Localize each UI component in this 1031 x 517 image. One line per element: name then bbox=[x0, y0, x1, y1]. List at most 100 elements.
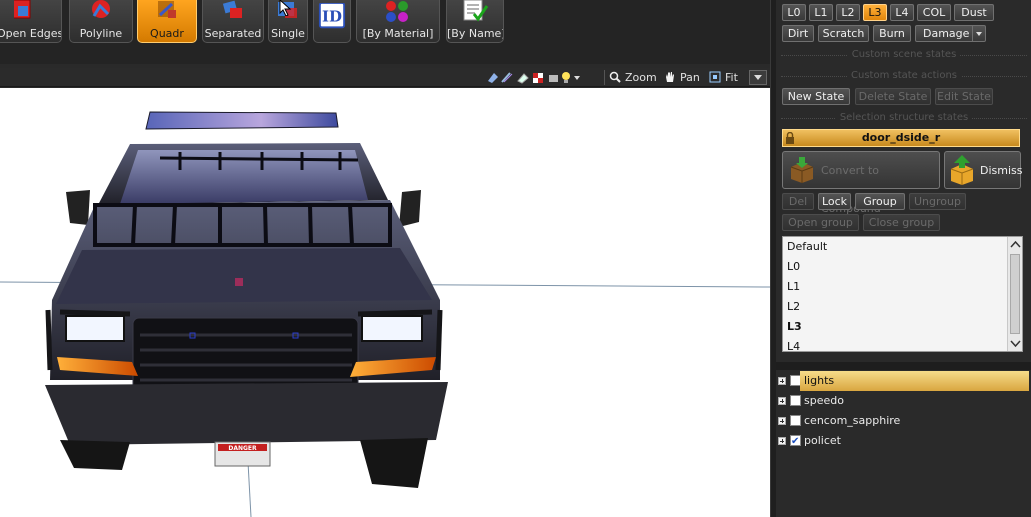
tree-item-label: cencom_sapphire bbox=[804, 414, 901, 427]
new-state-button[interactable]: New State bbox=[782, 88, 850, 105]
texture-icon[interactable] bbox=[517, 73, 529, 84]
open-edges-icon bbox=[14, 0, 31, 19]
right-wheel bbox=[360, 438, 428, 488]
by-name-icon bbox=[463, 0, 489, 22]
lod-l4-button[interactable]: L4 bbox=[890, 4, 914, 21]
quadr-button[interactable]: Quadr bbox=[137, 0, 197, 43]
quad-icon bbox=[158, 1, 176, 18]
separated-button[interactable]: Separated bbox=[202, 0, 264, 43]
view-mode-icons bbox=[486, 71, 600, 84]
state-list-item[interactable]: L2 bbox=[787, 297, 1007, 317]
scrollbar-thumb[interactable] bbox=[1010, 254, 1020, 334]
visibility-checkbox[interactable] bbox=[790, 432, 801, 452]
quadr-label: Quadr bbox=[150, 27, 184, 40]
lod-l0-button[interactable]: L0 bbox=[782, 4, 806, 21]
damage-dropdown[interactable]: Damage bbox=[915, 25, 986, 42]
dismiss-label: Dismiss bbox=[980, 164, 1023, 177]
3d-viewport[interactable]: DANGER bbox=[0, 88, 770, 517]
convert-to-compound-button[interactable]: Convert to Compound bbox=[782, 151, 940, 215]
viewport-toolbar: Zoom Pan Fit bbox=[0, 68, 770, 87]
lightbar bbox=[145, 111, 339, 130]
lod-col-button[interactable]: COL bbox=[917, 4, 951, 21]
chevron-down-icon bbox=[972, 26, 985, 41]
expand-icon[interactable] bbox=[778, 397, 786, 405]
dismiss-button[interactable]: Dismiss bbox=[944, 151, 1023, 189]
fit-button[interactable]: Fit bbox=[709, 70, 738, 85]
tree-row-cencom-sapphire[interactable]: cencom_sapphire bbox=[776, 411, 1029, 431]
dropdown-arrow-icon[interactable] bbox=[574, 76, 580, 80]
lod-l2-button[interactable]: L2 bbox=[836, 4, 860, 21]
delete-state-button[interactable]: Delete State bbox=[855, 88, 931, 105]
shading-icon[interactable] bbox=[488, 73, 498, 83]
tree-row-lights-selection[interactable]: lights bbox=[800, 371, 1029, 391]
state-list-scrollbar[interactable] bbox=[1007, 237, 1022, 351]
zoom-label: Zoom bbox=[625, 71, 657, 84]
expand-icon[interactable] bbox=[778, 417, 786, 425]
polyline-label: Polyline bbox=[79, 27, 123, 40]
by-name-button[interactable]: [By Name] bbox=[446, 0, 504, 43]
state-list-item[interactable]: L3 bbox=[787, 317, 1007, 337]
mouse-cursor-icon bbox=[279, 0, 292, 16]
group-button[interactable]: Group bbox=[855, 193, 905, 210]
mode-toolbar: Open Edges Polyline Quadr Separated Sing… bbox=[0, 0, 770, 64]
edit-state-button[interactable]: Edit State bbox=[935, 88, 993, 105]
burn-button[interactable]: Burn bbox=[873, 25, 911, 42]
visibility-checkbox[interactable] bbox=[790, 415, 801, 426]
chevron-down-icon[interactable] bbox=[1008, 337, 1023, 349]
zoom-button[interactable]: Zoom bbox=[609, 70, 657, 85]
light-bulb-icon[interactable] bbox=[562, 72, 570, 83]
state-list-item[interactable]: L4 bbox=[787, 337, 1007, 351]
camera-icon[interactable] bbox=[549, 75, 558, 82]
lod-l3-button[interactable]: L3 bbox=[863, 4, 887, 21]
dust-button[interactable]: Dust bbox=[954, 4, 994, 21]
state-list[interactable]: Default L0 L1 L2 L3 L4 bbox=[782, 236, 1023, 352]
del-button[interactable]: Del bbox=[782, 193, 814, 210]
separated-label: Separated bbox=[204, 27, 262, 40]
state-list-item[interactable]: L1 bbox=[787, 277, 1007, 297]
pan-label: Pan bbox=[680, 71, 700, 84]
hand-icon bbox=[666, 72, 674, 82]
damage-label: Damage bbox=[923, 27, 970, 40]
open-edges-button[interactable]: Open Edges bbox=[0, 0, 62, 43]
left-wheel bbox=[60, 440, 130, 470]
right-headlight bbox=[361, 315, 423, 342]
wireframe-icon[interactable] bbox=[501, 72, 513, 83]
selection-structure-states-header: Selection structure states bbox=[781, 112, 1027, 124]
custom-state-actions-header: Custom state actions bbox=[781, 70, 1027, 82]
box-icon bbox=[790, 157, 814, 183]
tree-item-label: lights bbox=[804, 374, 835, 387]
selected-state-bar[interactable]: door_dside_r bbox=[782, 129, 1020, 147]
viewport-bar-separator bbox=[604, 70, 605, 85]
open-edges-label: Open Edges bbox=[0, 27, 61, 40]
selected-state-label: door_dside_r bbox=[861, 131, 941, 144]
pan-button[interactable]: Pan bbox=[664, 70, 700, 85]
open-group-button[interactable]: Open group bbox=[782, 214, 859, 231]
viewport-menu-button[interactable] bbox=[749, 70, 767, 85]
polyline-icon bbox=[92, 0, 110, 18]
polyline-button[interactable]: Polyline bbox=[69, 0, 133, 43]
expand-icon[interactable] bbox=[778, 437, 786, 445]
close-group-button[interactable]: Close group bbox=[863, 214, 940, 231]
pivot-marker bbox=[235, 278, 243, 286]
expand-icon[interactable] bbox=[778, 377, 786, 385]
lod-l1-button[interactable]: L1 bbox=[809, 4, 833, 21]
panel-separator[interactable] bbox=[776, 362, 1031, 370]
chevron-up-icon[interactable] bbox=[1008, 239, 1023, 251]
lock-button[interactable]: Lock bbox=[818, 193, 851, 210]
hood bbox=[56, 248, 432, 304]
vehicle-model-render: DANGER bbox=[0, 111, 770, 517]
visibility-checkbox[interactable] bbox=[790, 395, 801, 406]
state-list-item[interactable]: Default bbox=[787, 237, 1007, 257]
by-material-button[interactable]: [By Material] bbox=[356, 0, 440, 43]
ungroup-button[interactable]: Ungroup bbox=[909, 193, 966, 210]
tree-row-speedo[interactable]: speedo bbox=[776, 391, 1029, 411]
scratch-button[interactable]: Scratch bbox=[818, 25, 869, 42]
material-icon bbox=[386, 1, 408, 22]
checker-icon[interactable] bbox=[533, 73, 543, 83]
dirt-button[interactable]: Dirt bbox=[782, 25, 814, 42]
state-list-item[interactable]: L0 bbox=[787, 257, 1007, 277]
lock-icon[interactable] bbox=[785, 132, 795, 144]
fit-icon bbox=[709, 71, 721, 83]
id-button[interactable]: ID bbox=[313, 0, 351, 43]
tree-row-policet[interactable]: policet bbox=[776, 431, 1029, 452]
